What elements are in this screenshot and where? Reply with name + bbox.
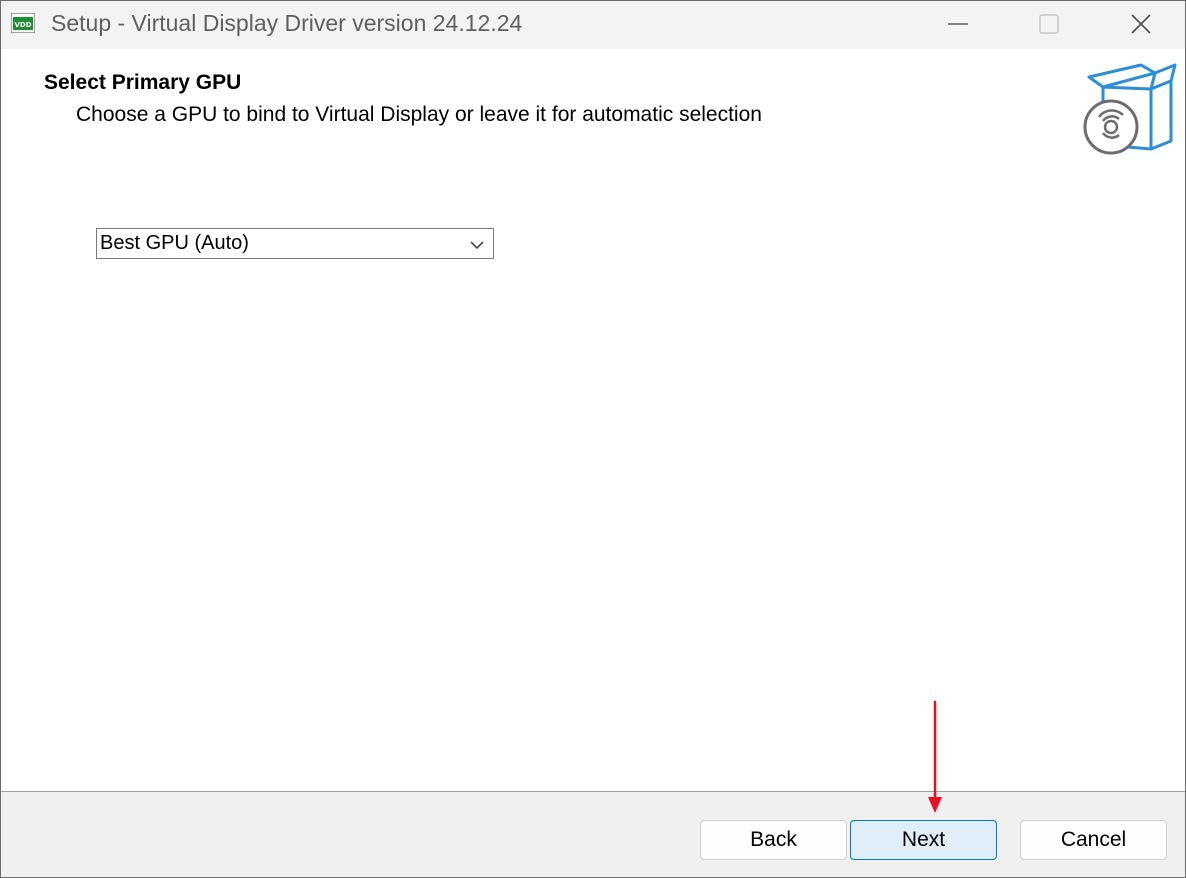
maximize-icon <box>1039 14 1059 34</box>
wizard-header: Select Primary GPU Choose a GPU to bind … <box>1 49 1185 169</box>
close-button[interactable] <box>1095 1 1185 47</box>
next-button[interactable]: Next <box>850 820 997 860</box>
close-icon <box>1131 14 1151 34</box>
button-bar: Back Next Cancel <box>1 792 1185 877</box>
cancel-button[interactable]: Cancel <box>1020 820 1167 860</box>
app-icon: VDD <box>11 13 35 33</box>
chevron-down-icon <box>470 241 484 250</box>
title-bar[interactable]: VDD Setup - Virtual Display Driver versi… <box>1 1 1185 49</box>
gpu-select-dropdown[interactable]: Best GPU (Auto) <box>96 228 494 259</box>
page-subtitle: Choose a GPU to bind to Virtual Display … <box>76 103 762 126</box>
red-arrow-down-icon <box>928 701 942 813</box>
software-box-icon <box>1083 63 1177 155</box>
page-title: Select Primary GPU <box>44 71 242 94</box>
back-button[interactable]: Back <box>700 820 847 860</box>
minimize-icon <box>948 23 968 25</box>
window-title: Setup - Virtual Display Driver version 2… <box>51 10 523 36</box>
gpu-select-value: Best GPU (Auto) <box>100 232 249 254</box>
setup-window: VDD Setup - Virtual Display Driver versi… <box>0 0 1186 878</box>
minimize-button[interactable] <box>912 1 1004 47</box>
maximize-button[interactable] <box>1003 1 1095 47</box>
app-icon-text: VDD <box>14 21 31 29</box>
